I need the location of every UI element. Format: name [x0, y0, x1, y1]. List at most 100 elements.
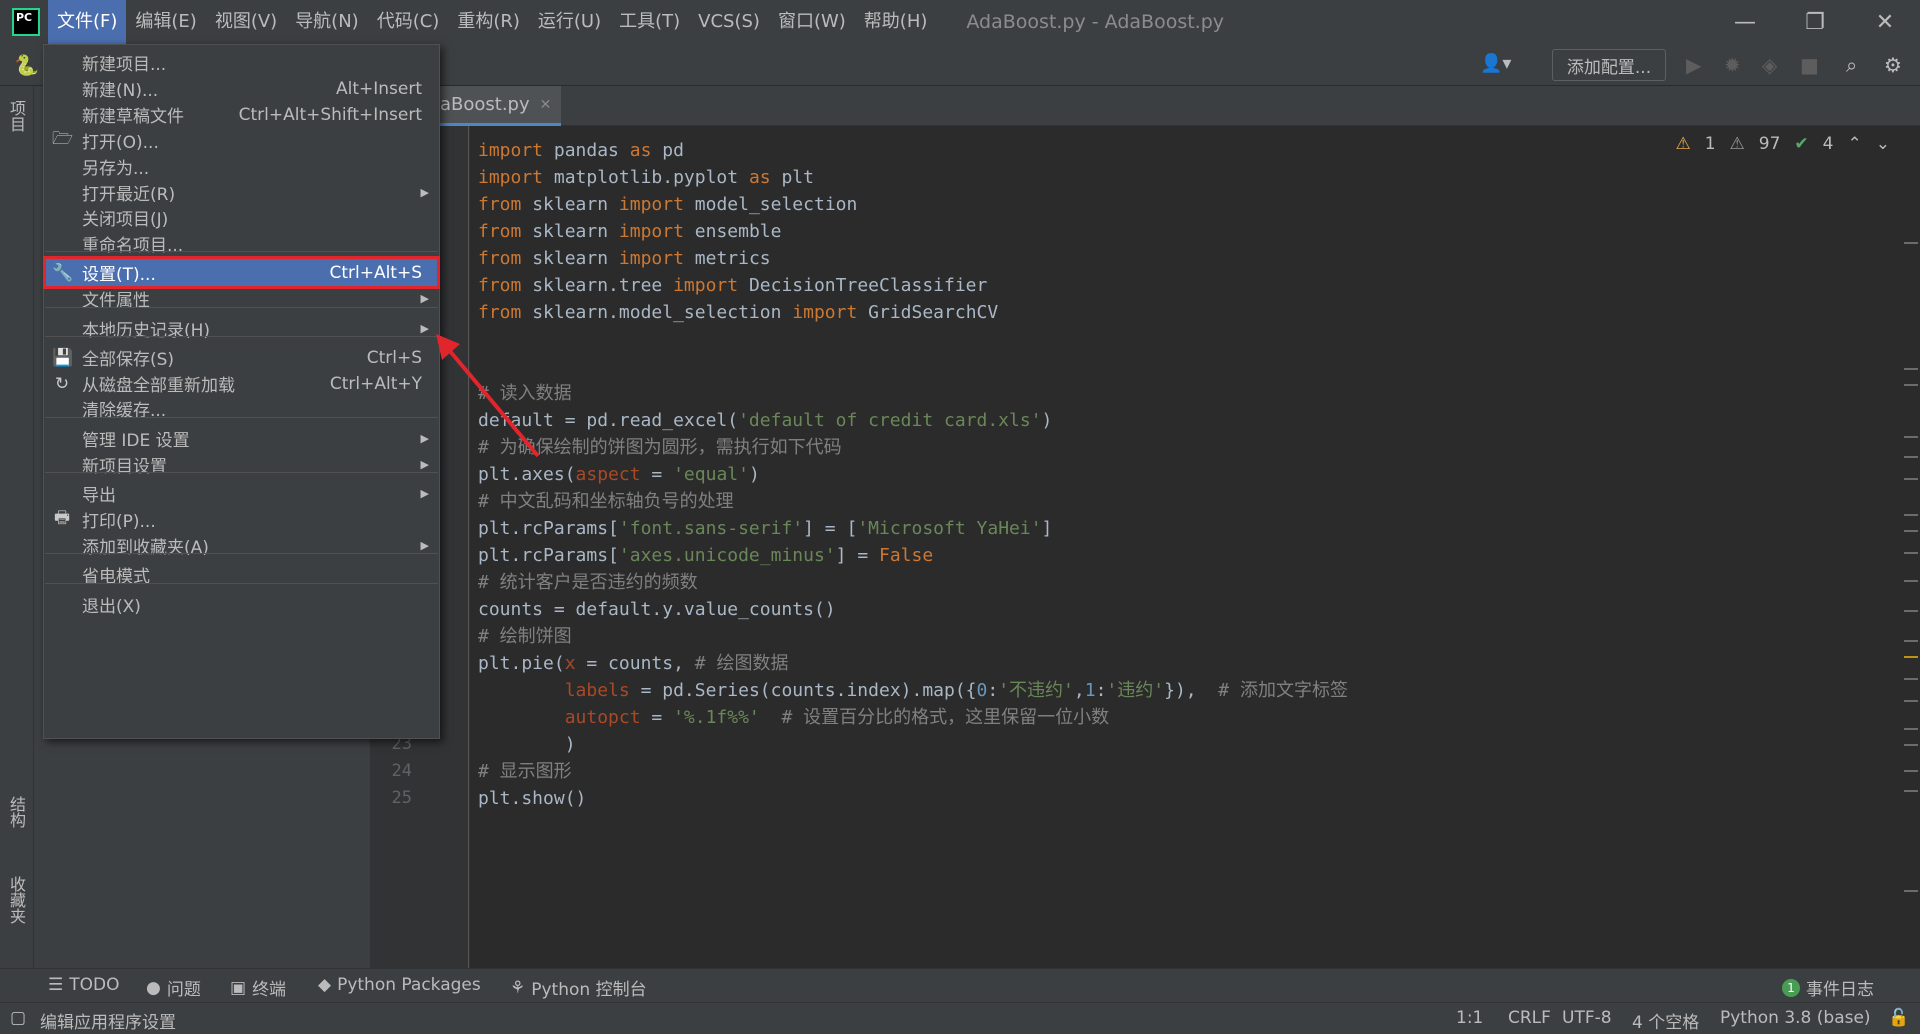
python-console-icon: ⚘: [510, 977, 526, 998]
line-separator[interactable]: CRLF: [1508, 1008, 1551, 1028]
file-menu-item[interactable]: 新项目设置 ▶: [44, 449, 439, 480]
file-menu-item[interactable]: 添加到收藏夹(A) ▶: [44, 530, 439, 561]
caret-position[interactable]: 1:1: [1456, 1008, 1483, 1028]
gear-icon[interactable]: ⚙: [1884, 53, 1902, 77]
menu-3[interactable]: 导航(N): [286, 0, 368, 44]
error-stripe-mark[interactable]: [1904, 384, 1918, 386]
error-stripe-mark[interactable]: [1904, 770, 1918, 772]
project-tool-tab[interactable]: 项目: [4, 100, 28, 132]
error-stripe-mark[interactable]: [1904, 700, 1918, 702]
file-menu-item[interactable]: 重命名项目...: [44, 228, 439, 259]
file-encoding[interactable]: UTF-8: [1562, 1008, 1612, 1028]
stop-icon[interactable]: ■: [1800, 53, 1819, 77]
error-stripe-mark[interactable]: [1904, 610, 1918, 612]
error-stripe-mark[interactable]: [1904, 368, 1918, 370]
menu-4[interactable]: 代码(C): [368, 0, 449, 44]
error-stripe-mark[interactable]: [1904, 640, 1918, 642]
error-stripe-mark[interactable]: [1904, 656, 1918, 658]
shortcut-label: Alt+Insert: [335, 78, 422, 99]
code-line[interactable]: plt.show(): [478, 782, 586, 815]
error-stripe-mark[interactable]: [1904, 790, 1918, 792]
error-stripe-mark[interactable]: [1904, 744, 1918, 746]
menu-0[interactable]: 文件(F): [48, 0, 127, 44]
terminal-tool-tab[interactable]: ▣ 终端: [230, 975, 286, 1001]
file-menu-item[interactable]: 本地历史记录(H) ▶: [44, 313, 439, 344]
left-tool-strip: 项目 结构 收藏夹: [0, 86, 34, 968]
file-menu-item-label: 管理 IDE 设置: [82, 431, 190, 451]
error-stripe-mark[interactable]: [1904, 456, 1918, 458]
file-menu-item-label: 设置(T)...: [82, 265, 156, 285]
menu-bar: PC 文件(F) 编辑(E) 视图(V) 导航(N) 代码(C) 重构(R) 运行(U) 工具…: [0, 0, 1920, 44]
menu-7[interactable]: 工具(T): [610, 0, 689, 44]
error-stripe-mark[interactable]: [1904, 890, 1918, 892]
event-log-tool-tab[interactable]: 1 事件日志: [1782, 975, 1874, 1000]
terminal-icon: ▣: [230, 977, 247, 998]
menu-separator: [45, 472, 438, 473]
coverage-icon[interactable]: ◈: [1762, 53, 1777, 77]
error-stripe-mark[interactable]: [1904, 580, 1918, 582]
file-menu-item-label: 退出(X): [82, 597, 141, 617]
python-packages-tool-tab[interactable]: ◆ Python Packages: [318, 975, 481, 995]
file-menu-item[interactable]: 清除缓存...: [44, 393, 439, 424]
main-menu: 文件(F) 编辑(E) 视图(V) 导航(N) 代码(C) 重构(R) 运行(U) 工具(T)…: [48, 0, 936, 44]
error-stripe-mark[interactable]: [1904, 514, 1918, 516]
python-project-icon[interactable]: 🐍: [14, 53, 39, 77]
error-stripe-mark[interactable]: [1904, 678, 1918, 680]
error-stripe-mark[interactable]: [1904, 552, 1918, 554]
minimize-button[interactable]: —: [1710, 0, 1780, 44]
status-bar: ▢ 编辑应用程序设置 1:1 CRLF UTF-8 4 个空格 Python 3…: [0, 1002, 1920, 1034]
close-tab-icon[interactable]: ✕: [540, 97, 552, 113]
file-menu-item-label: 新项目设置: [82, 457, 167, 477]
chevron-up-icon[interactable]: ⌃: [1848, 134, 1862, 154]
todo-tool-tab[interactable]: ☰ TODO: [48, 975, 120, 995]
event-log-label: 事件日志: [1806, 980, 1874, 1000]
menu-6[interactable]: 运行(U): [529, 0, 610, 44]
status-layout-icon[interactable]: ▢: [10, 1008, 26, 1028]
menu-8[interactable]: VCS(S): [689, 0, 769, 44]
search-icon[interactable]: ⌕: [1846, 53, 1857, 77]
file-menu-item[interactable]: 退出(X): [44, 589, 439, 620]
user-account-icon[interactable]: 👤▾: [1480, 53, 1511, 74]
debug-icon[interactable]: ✹: [1724, 53, 1741, 77]
favorites-tool-tab[interactable]: 收藏夹: [4, 876, 28, 924]
error-stripe-mark[interactable]: [1904, 436, 1918, 438]
error-stripe-mark[interactable]: [1904, 728, 1918, 730]
menu-10[interactable]: 帮助(H): [855, 0, 937, 44]
warning-count: 1: [1704, 134, 1716, 154]
shortcut-label: Ctrl+Alt+Shift+Insert: [238, 104, 422, 125]
menu-2[interactable]: 视图(V): [206, 0, 286, 44]
weak-warning-count: 97: [1758, 134, 1781, 154]
file-menu-item-label: 另存为...: [82, 159, 150, 179]
tab-label: aBoost.py: [440, 94, 530, 115]
error-stripe-mark[interactable]: [1904, 242, 1918, 244]
submenu-arrow-icon: ▶: [420, 539, 429, 552]
error-stripe-mark[interactable]: [1904, 530, 1918, 532]
python-interpreter[interactable]: Python 3.8 (base): [1720, 1008, 1871, 1028]
structure-tool-tab[interactable]: 结构: [4, 796, 28, 828]
window-title: AdaBoost.py - AdaBoost.py: [966, 11, 1225, 33]
lock-icon[interactable]: 🔓: [1888, 1008, 1909, 1028]
restore-button[interactable]: ❐: [1780, 0, 1850, 44]
inspection-widget[interactable]: ⚠ 1 ⚠ 97 ✔ 4 ⌃ ⌄: [1675, 134, 1890, 154]
line-number: 25: [391, 788, 412, 808]
close-button[interactable]: ✕: [1850, 0, 1920, 44]
event-count-badge: 1: [1782, 978, 1800, 997]
wrench-icon: 🔧: [52, 262, 74, 283]
chevron-down-icon[interactable]: ⌄: [1876, 134, 1890, 154]
code-editor[interactable]: import pandas as pd import matplotlib.pyp…: [470, 126, 1900, 932]
menu-separator: [45, 583, 438, 584]
code-line[interactable]: from sklearn.model_selection import Grid…: [478, 296, 998, 329]
error-stripe-mark[interactable]: [1904, 478, 1918, 480]
add-configuration-button[interactable]: 添加配置...: [1552, 49, 1666, 81]
menu-9[interactable]: 窗口(W): [769, 0, 855, 44]
indent-setting[interactable]: 4 个空格: [1632, 1008, 1699, 1033]
editor-scrollbar[interactable]: [1900, 126, 1920, 968]
python-console-tool-tab[interactable]: ⚘ Python 控制台: [510, 975, 647, 1001]
menu-1[interactable]: 编辑(E): [126, 0, 205, 44]
menu-5[interactable]: 重构(R): [448, 0, 529, 44]
problems-tool-tab[interactable]: ● 问题: [146, 975, 201, 1001]
file-menu-item[interactable]: 文件属性 ▶: [44, 283, 439, 314]
file-menu-item[interactable]: 省电模式: [44, 559, 439, 590]
annotation-arrow-line: [442, 342, 540, 458]
run-icon[interactable]: ▶: [1686, 53, 1701, 77]
